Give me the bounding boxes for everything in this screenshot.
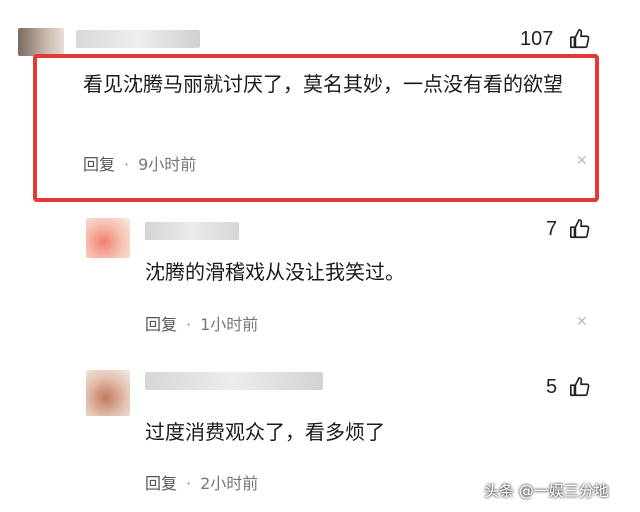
separator: · xyxy=(186,315,192,334)
comment-meta: 回复 · 1小时前 xyxy=(145,311,258,335)
comment-text: 看见沈腾马丽就讨厌了，莫名其妙，一点没有看的欲望 xyxy=(83,72,563,96)
thumbs-up-icon[interactable] xyxy=(569,218,591,240)
separator: · xyxy=(186,474,192,493)
username[interactable] xyxy=(145,372,323,390)
thumbs-up-icon[interactable] xyxy=(569,28,591,50)
timestamp: 9小时前 xyxy=(138,155,197,174)
reply-button[interactable]: 回复 xyxy=(145,315,177,334)
close-icon[interactable]: ✕ xyxy=(576,314,588,330)
reply-button[interactable]: 回复 xyxy=(83,155,115,174)
comment-meta: 回复 · 9小时前 xyxy=(83,151,196,175)
separator: · xyxy=(124,155,130,174)
watermark: 头条 @一娱三分地 xyxy=(484,482,609,500)
comment-text: 沈腾的滑稽戏从没让我笑过。 xyxy=(145,260,405,284)
username[interactable] xyxy=(76,30,200,48)
timestamp: 2小时前 xyxy=(200,474,259,493)
thumbs-up-icon[interactable] xyxy=(569,376,591,398)
like-count: 7 xyxy=(546,218,558,240)
username[interactable] xyxy=(145,222,239,240)
like-count: 107 xyxy=(520,28,554,50)
comment-meta: 回复 · 2小时前 xyxy=(145,470,258,494)
avatar[interactable] xyxy=(18,28,64,56)
comment-text: 过度消费观众了，看多烦了 xyxy=(145,420,385,444)
close-icon[interactable]: ✕ xyxy=(576,153,588,169)
avatar[interactable] xyxy=(86,370,130,416)
reply-button[interactable]: 回复 xyxy=(145,474,177,493)
avatar[interactable] xyxy=(86,218,130,258)
timestamp: 1小时前 xyxy=(200,315,259,334)
like-count: 5 xyxy=(546,376,558,398)
